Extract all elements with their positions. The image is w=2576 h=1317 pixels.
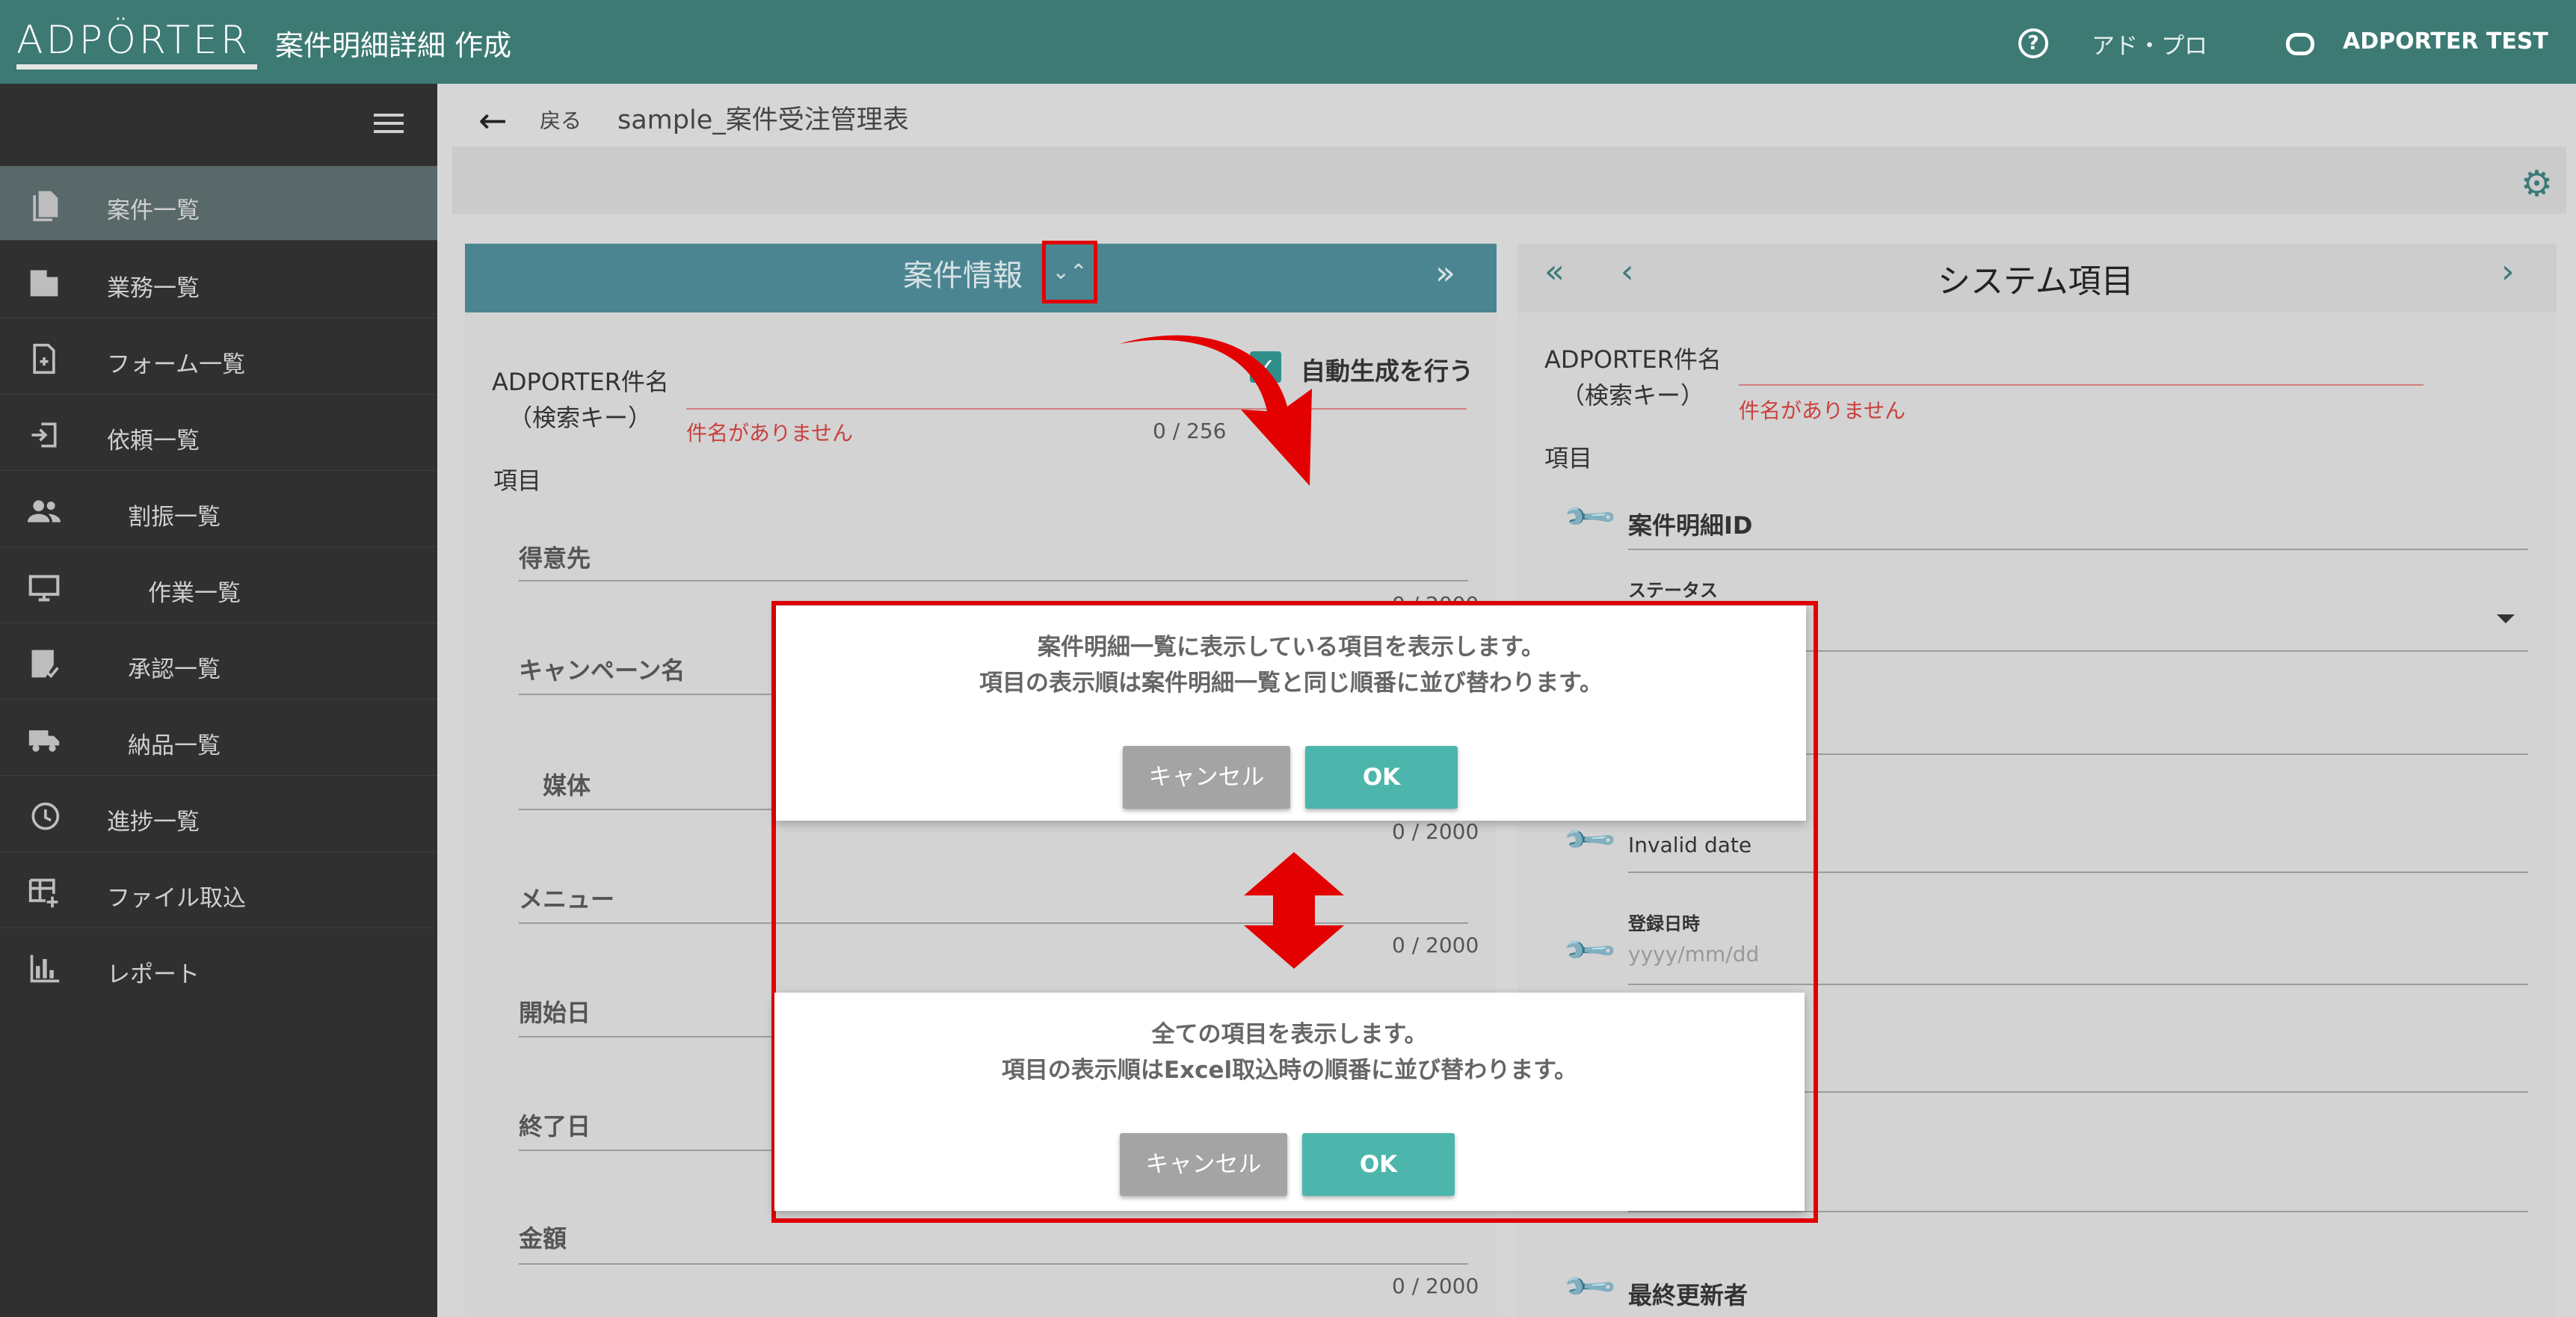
sidebar-item-progress[interactable]: 進捗一覧 (0, 777, 437, 852)
sidebar-item-tasks[interactable]: 業務一覧 (0, 244, 437, 318)
field-end-date-label: 終了日 (519, 1112, 591, 1141)
sidebar-item-label: ファイル取込 (107, 885, 246, 912)
ok-button[interactable]: OK (1302, 1133, 1455, 1196)
annotation-double-arrow-icon (1244, 852, 1344, 969)
sidebar-item-requests[interactable]: 依頼一覧 (0, 396, 437, 471)
sheet-name: sample_案件受注管理表 (617, 105, 909, 135)
login-icon (31, 422, 57, 448)
ok-button[interactable]: OK (1305, 746, 1458, 809)
help-icon[interactable]: ? (2018, 28, 2048, 58)
help-label[interactable]: アド・プロ (2092, 27, 2207, 61)
sidebar-item-label: レポート (107, 961, 200, 988)
chevron-left-icon[interactable]: ‹ (1621, 253, 1634, 291)
sidebar-item-label: 進捗一覧 (107, 809, 200, 836)
panel-title: 案件情報 (903, 259, 1023, 293)
sidebar-item-assignments[interactable]: 割振一覧 (0, 472, 437, 547)
app-header: ADPÖRTER 案件明細詳細 作成 ? アド・プロ ADPORTER TEST (0, 0, 2576, 84)
sidebar-item-label: 承認一覧 (128, 656, 221, 683)
annotation-curved-arrow-icon (1120, 335, 1312, 486)
name-error: 件名がありません (1739, 398, 1906, 423)
sidebar-item-approvals[interactable]: 承認一覧 (0, 625, 437, 700)
collapse-toggle-icon[interactable]: ⌄⌃ (1042, 241, 1097, 303)
back-button[interactable]: 戻る (540, 105, 582, 135)
sidebar-item-deliveries[interactable]: 納品一覧 (0, 701, 437, 776)
dialog-message: 案件明細一覧に表示している項目を表示します。 (1038, 634, 1544, 661)
dialog-display-all-items: 全ての項目を表示します。 項目の表示順はExcel取込時の順番に並び替わります。… (774, 993, 1805, 1211)
items-label: 項目 (1544, 444, 1593, 472)
people-icon (28, 500, 61, 522)
name-input[interactable] (686, 408, 1467, 410)
user-name[interactable]: ADPORTER TEST (2343, 28, 2548, 55)
sidebar-item-label: 割振一覧 (128, 504, 221, 531)
name-field-sublabel: （検索キー） (1561, 381, 1705, 410)
detail-id-label: 案件明細ID (1628, 511, 1753, 540)
field-customer-label: 得意先 (519, 544, 591, 573)
toolbar (452, 146, 2566, 214)
name-field-label: ADPORTER件名 (1544, 345, 1722, 374)
monitor-icon (28, 575, 60, 602)
status-label: ステータス (1628, 580, 1718, 601)
logo-underline (16, 64, 257, 70)
truck-icon (28, 730, 60, 752)
field-media-label: 媒体 (543, 771, 591, 800)
document-icon (33, 191, 58, 221)
name-field-sublabel: （検索キー） (508, 404, 653, 432)
user-account-icon[interactable] (2286, 33, 2314, 55)
field-amount-label: 金額 (519, 1224, 567, 1253)
cancel-button[interactable]: キャンセル (1123, 746, 1290, 809)
auto-generate-label: 自動生成を行う (1301, 357, 1473, 386)
field-menu-label: メニュー (519, 885, 615, 913)
chevron-right-icon[interactable]: › (2501, 253, 2515, 291)
sidebar-item-label: 案件一覧 (107, 197, 200, 224)
building-icon (30, 270, 58, 297)
double-chevron-left-icon[interactable]: « (1544, 253, 1565, 291)
panel-title: システム項目 (1938, 262, 2134, 300)
dialog-message: 項目の表示順はExcel取込時の順番に並び替わります。 (1001, 1057, 1578, 1084)
dialog-display-list-items: 案件明細一覧に表示している項目を表示します。 項目の表示順は案件明細一覧と同じ順… (776, 605, 1806, 821)
approval-icon (31, 650, 59, 679)
sidebar-item-projects[interactable]: 案件一覧 (0, 166, 437, 241)
gear-icon[interactable]: ⚙ (2521, 163, 2553, 205)
sidebar-item-work[interactable]: 作業一覧 (0, 549, 437, 623)
bar-chart-icon (30, 954, 60, 983)
field-start-date-label: 開始日 (519, 999, 591, 1027)
app-logo[interactable]: ADPÖRTER (16, 18, 250, 63)
form-file-icon (33, 343, 55, 374)
sidebar-item-reports[interactable]: レポート (0, 930, 437, 1005)
sidebar-item-label: 業務一覧 (107, 275, 200, 302)
sidebar-item-file-import[interactable]: ファイル取込 (0, 854, 437, 928)
name-input[interactable] (1739, 384, 2424, 386)
field-amount-counter: 0 / 2000 (1392, 1274, 1479, 1298)
field-campaign-label: キャンペーン名 (519, 656, 685, 685)
sidebar-item-label: フォーム一覧 (107, 351, 246, 378)
back-arrow-icon[interactable]: ← (478, 100, 508, 141)
cancel-button[interactable]: キャンセル (1120, 1133, 1287, 1196)
dialog-message: 全ての項目を表示します。 (1151, 1021, 1428, 1048)
sidebar-item-forms[interactable]: フォーム一覧 (0, 320, 437, 395)
hamburger-menu-icon[interactable] (374, 114, 404, 136)
field-customer-input[interactable] (519, 580, 1468, 582)
name-error: 件名がありません (686, 421, 854, 445)
sidebar-item-label: 納品一覧 (128, 732, 221, 759)
detail-id-field (1628, 549, 2528, 550)
table-add-icon (28, 878, 58, 908)
dialog-message: 項目の表示順は案件明細一覧と同じ順番に並び替わります。 (979, 670, 1603, 697)
double-chevron-right-icon[interactable]: » (1435, 254, 1455, 292)
sidebar-item-label: 依頼一覧 (107, 428, 200, 454)
name-field-label: ADPORTER件名 (492, 368, 669, 396)
items-label: 項目 (493, 466, 542, 495)
sidebar-item-label: 作業一覧 (148, 580, 241, 607)
last-updater-label: 最終更新者 (1628, 1281, 1748, 1310)
history-icon (31, 802, 60, 830)
chevron-down-icon[interactable] (2497, 614, 2515, 623)
page-title: 案件明細詳細 作成 (275, 29, 512, 62)
field-amount-input[interactable] (519, 1263, 1468, 1265)
